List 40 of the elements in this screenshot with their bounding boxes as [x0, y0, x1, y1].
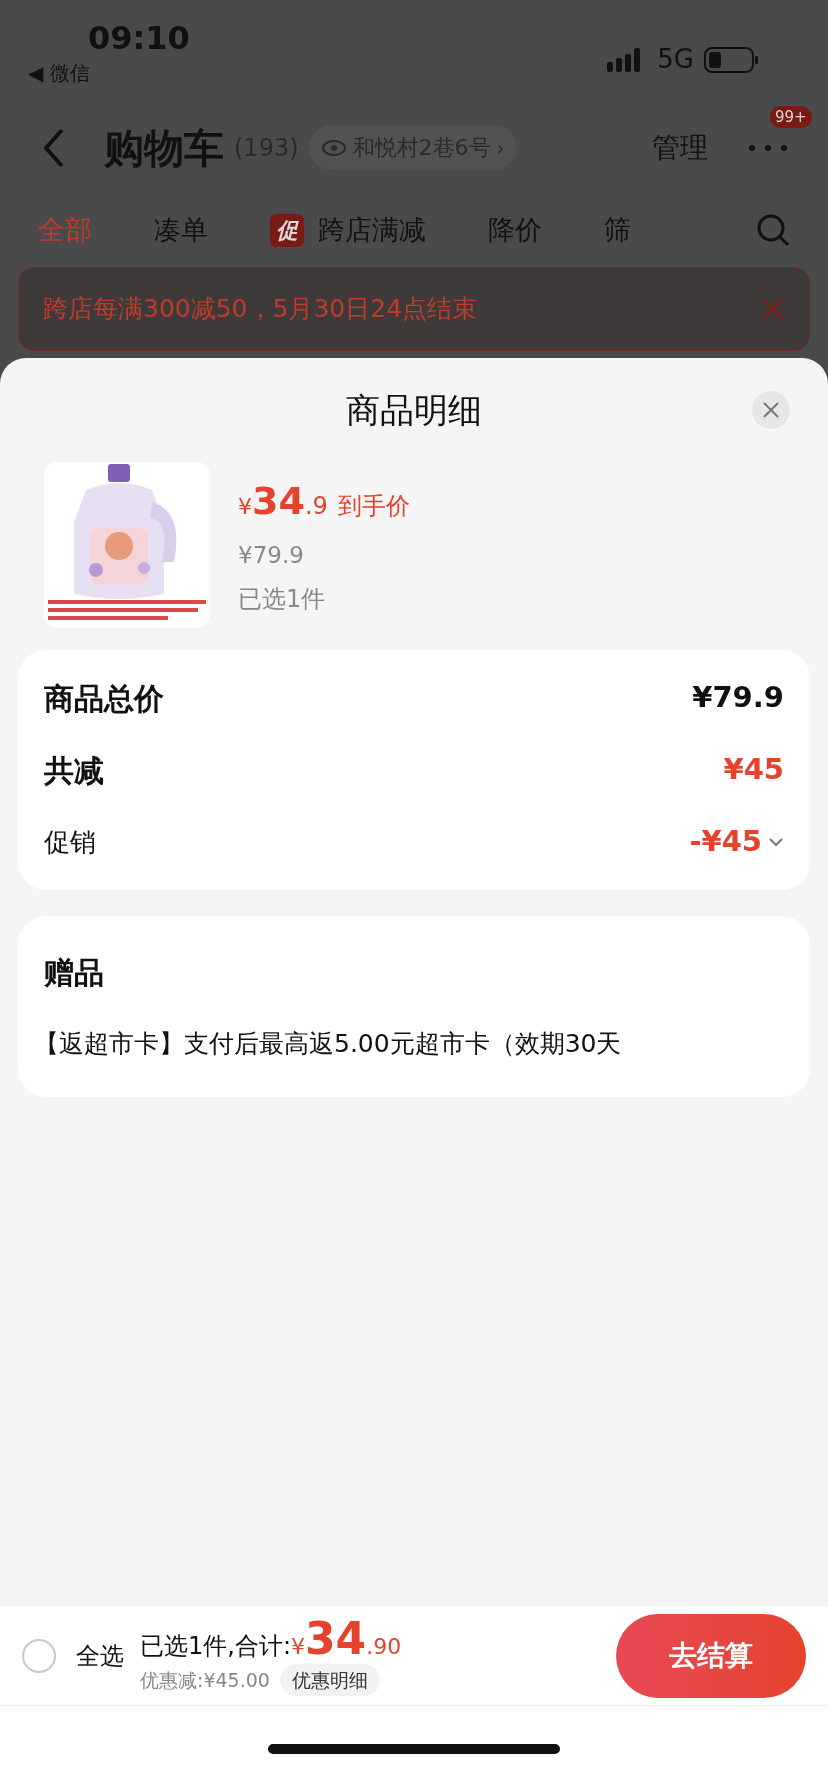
status-time: 09:10: [87, 18, 190, 58]
summary-label: 促销: [44, 825, 96, 859]
promo-tag: 促: [270, 213, 304, 247]
discount-detail-button[interactable]: 优惠明细: [279, 1663, 380, 1697]
select-all-checkbox[interactable]: [22, 1638, 56, 1673]
filter-tab[interactable]: 降价: [488, 209, 542, 251]
original-price: ¥79.9: [238, 541, 305, 571]
summary-value: -¥45: [689, 823, 762, 861]
selected-count: 已选1件: [238, 583, 327, 615]
filter-tab[interactable]: 凑单: [154, 209, 208, 251]
final-price: ¥34.9 到手价: [238, 478, 410, 526]
more-icon[interactable]: [748, 143, 788, 152]
summary-value: ¥45: [723, 751, 784, 789]
gift-text: 【返超市卡】支付后最高返5.00元超市卡（效期30天: [34, 1028, 623, 1060]
filter-tab[interactable]: 促 跨店满减: [270, 209, 426, 251]
sheet-title: 商品明细: [346, 388, 482, 432]
chevron-down-icon[interactable]: [768, 837, 784, 847]
close-icon: [762, 401, 780, 419]
summary-value: ¥79.9: [692, 679, 784, 717]
search-icon[interactable]: [756, 213, 790, 247]
eye-icon: [320, 138, 347, 157]
select-all-label[interactable]: 全选: [76, 1637, 124, 1674]
filter-tab[interactable]: 筛: [604, 209, 644, 251]
summary-label: 共减: [44, 751, 104, 790]
close-icon[interactable]: [761, 297, 785, 321]
promo-text: 跨店每满300减50，5月30日24点结束: [43, 293, 479, 326]
page-title: 购物车: [104, 123, 224, 173]
filter-tab[interactable]: 全部: [38, 209, 92, 251]
battery-icon: [704, 46, 760, 73]
summary-label: 商品总价: [44, 679, 164, 718]
manage-button[interactable]: 管理: [652, 126, 708, 169]
back-to-app-link[interactable]: ◀ 微信: [28, 58, 190, 88]
chevron-icon: ›: [496, 132, 505, 163]
gift-title: 赠品: [44, 954, 105, 992]
total-price: 已选1件,合计:¥34.90: [140, 1614, 402, 1664]
saving-text: 优惠减:¥45.00: [140, 1667, 270, 1693]
network-label: 5G: [657, 43, 694, 76]
checkout-button[interactable]: 去结算: [616, 1613, 806, 1698]
notification-badge: 99+: [770, 105, 812, 128]
close-button[interactable]: [752, 391, 790, 429]
